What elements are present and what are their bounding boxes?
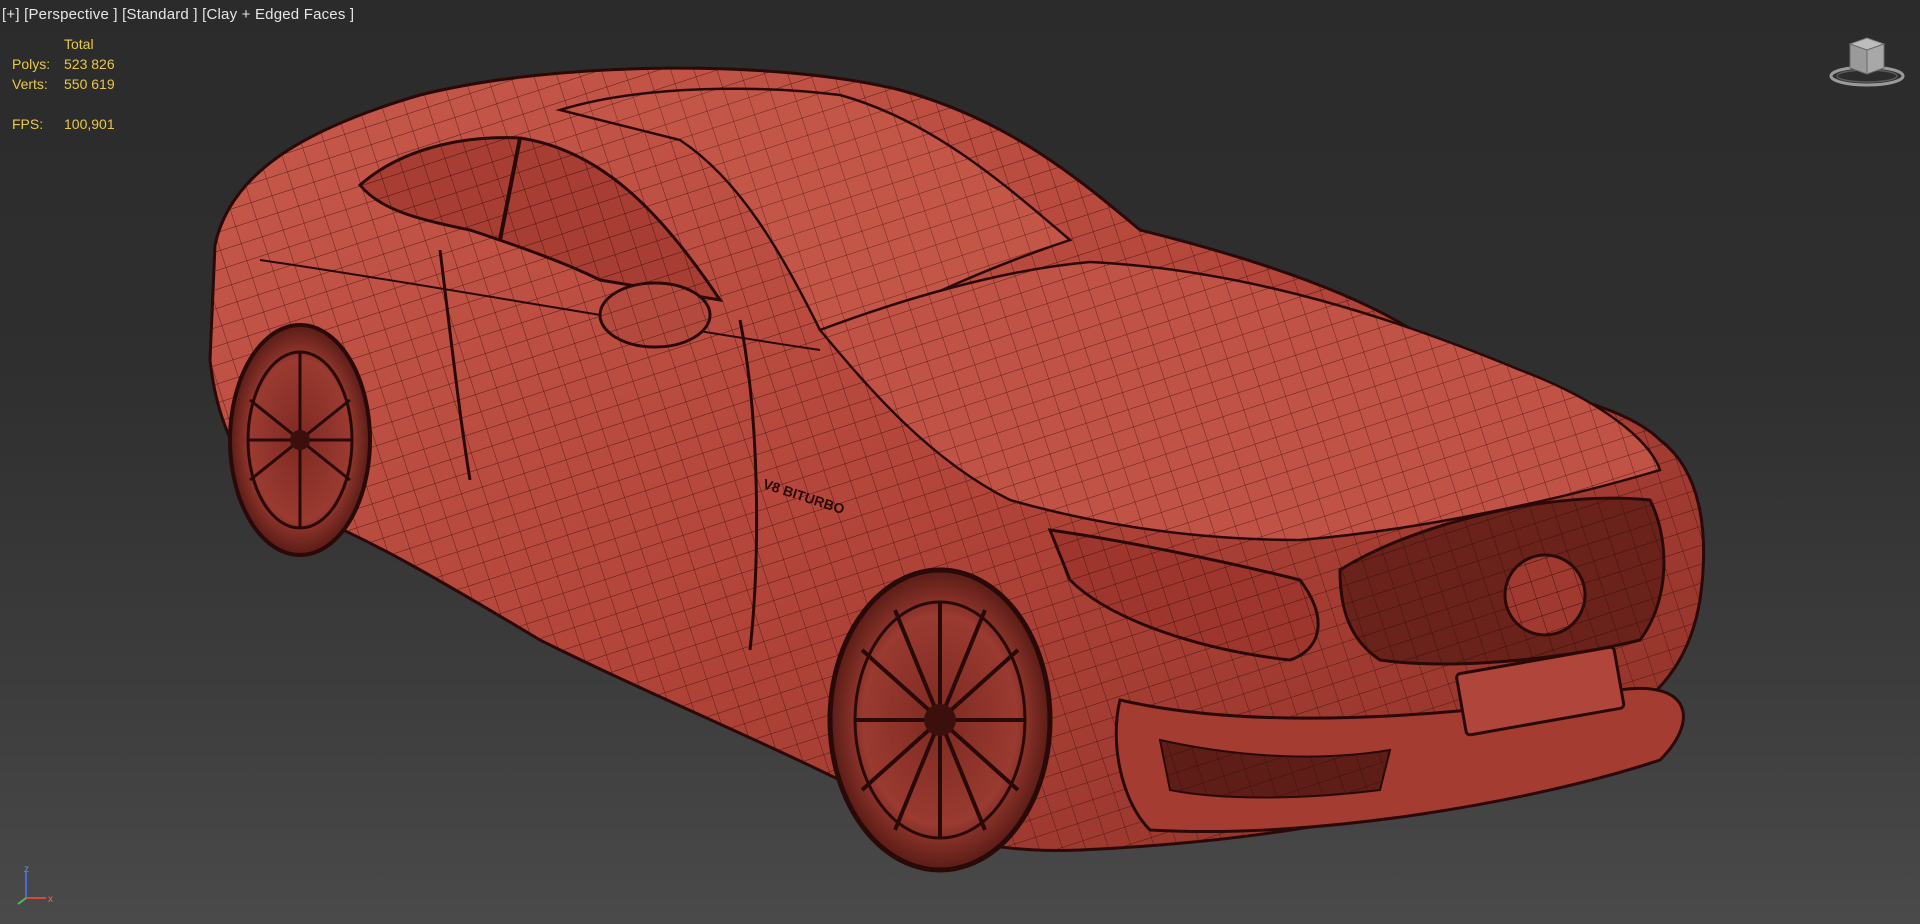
rear-wheel <box>228 323 372 557</box>
viewcube-icon[interactable] <box>1828 34 1906 90</box>
stats-fps-row: FPS: 100,901 <box>12 114 115 134</box>
viewport-display-menu[interactable]: [Clay + Edged Faces ] <box>202 6 354 23</box>
viewport-plus-menu[interactable]: [+] <box>2 6 20 23</box>
fps-value: 100,901 <box>64 116 115 132</box>
axis-tripod-icon: z x <box>16 864 60 906</box>
stats-polys-row: Polys: 523 826 <box>12 54 115 74</box>
axis-x-label: x <box>48 894 53 905</box>
fps-label: FPS: <box>12 116 44 132</box>
polys-label: Polys: <box>12 56 51 72</box>
front-wheel <box>827 567 1053 873</box>
stats-spacer <box>12 94 115 114</box>
stats-header: Total <box>64 36 94 52</box>
polys-value: 523 826 <box>64 56 115 72</box>
statistics-overlay: Total Polys: 523 826 Verts: 550 619 FPS:… <box>12 34 115 134</box>
verts-label: Verts: <box>12 76 48 92</box>
axis-z-label: z <box>24 866 29 875</box>
viewport-label: [+] [Perspective ] [Standard ] [Clay + E… <box>2 6 354 23</box>
stats-verts-row: Verts: 550 619 <box>12 74 115 94</box>
viewport-shading-menu[interactable]: [Standard ] <box>122 6 198 23</box>
viewport-view-menu[interactable]: [Perspective ] <box>24 6 118 23</box>
verts-value: 550 619 <box>64 76 115 92</box>
car-model-viewport-render[interactable]: V8 BITURBO <box>0 0 1920 924</box>
